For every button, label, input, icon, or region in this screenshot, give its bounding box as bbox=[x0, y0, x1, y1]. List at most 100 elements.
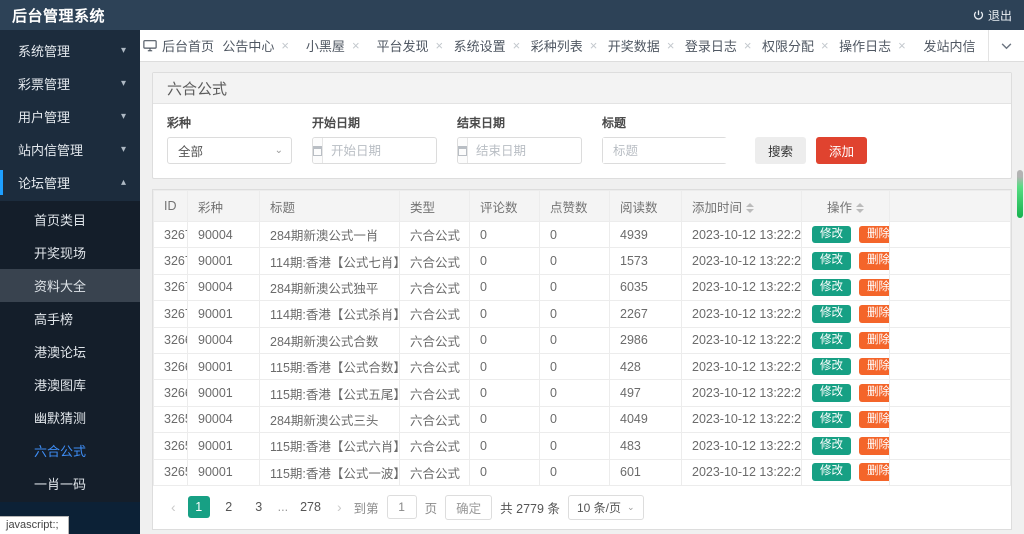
cell-lottery: 90004 bbox=[188, 222, 260, 248]
delete-button[interactable]: 删除 bbox=[859, 252, 890, 270]
sidebar-parent-label: 用户管理 bbox=[18, 107, 70, 126]
add-button[interactable]: 添加 bbox=[816, 137, 867, 164]
sidebar-parent-item[interactable]: 用户管理▾ bbox=[0, 100, 140, 133]
tab-item[interactable]: 平台发现 × bbox=[371, 30, 448, 61]
delete-button[interactable]: 删除 bbox=[859, 358, 890, 376]
page-button[interactable]: 1 bbox=[188, 496, 210, 518]
tab-close-icon[interactable]: × bbox=[436, 38, 444, 53]
start-date-input[interactable] bbox=[323, 138, 437, 163]
edit-button[interactable]: 修改 bbox=[812, 305, 851, 323]
tab-item[interactable]: 开奖数据× bbox=[603, 30, 680, 61]
end-date-input[interactable] bbox=[468, 138, 582, 163]
tab-item[interactable]: 公告中心× bbox=[217, 30, 294, 61]
cell-comments: 0 bbox=[470, 433, 540, 459]
column-header: 点赞数 bbox=[540, 191, 610, 222]
cell-comments: 0 bbox=[470, 327, 540, 353]
cell-time: 2023-10-12 13:22:21 bbox=[682, 222, 802, 248]
sidebar-item-9[interactable]: 一肖一码 bbox=[0, 467, 140, 500]
tab-close-icon[interactable]: × bbox=[513, 38, 521, 53]
delete-button[interactable]: 删除 bbox=[859, 437, 890, 455]
scrollbar-thumb[interactable] bbox=[1017, 170, 1023, 218]
sort-icon[interactable] bbox=[856, 203, 864, 213]
page-button[interactable]: 278 bbox=[296, 496, 325, 518]
page-size-select[interactable]: 10 条/页 ⌄ bbox=[568, 495, 644, 520]
logout-button[interactable]: 退出 bbox=[972, 7, 1012, 24]
tab-overflow-button[interactable] bbox=[988, 30, 1024, 61]
delete-button[interactable]: 删除 bbox=[859, 411, 890, 429]
tab-close-icon[interactable]: × bbox=[352, 38, 360, 53]
cell-type: 六合公式 bbox=[400, 353, 470, 379]
prev-page-button[interactable]: ‹ bbox=[167, 499, 180, 515]
monitor-icon bbox=[143, 39, 157, 52]
tab-item[interactable]: 发站内信 bbox=[911, 30, 988, 61]
cell-comments: 0 bbox=[470, 353, 540, 379]
sidebar-parent-item[interactable]: 站内信管理▾ bbox=[0, 133, 140, 166]
edit-button[interactable]: 修改 bbox=[812, 437, 851, 455]
goto-confirm-button[interactable]: 确定 bbox=[445, 495, 492, 520]
sidebar-item-1[interactable]: 首页类目 bbox=[0, 203, 140, 236]
cell-id: 32658 bbox=[154, 433, 188, 459]
cell-id: 32666 bbox=[154, 327, 188, 353]
delete-button[interactable]: 删除 bbox=[859, 226, 890, 244]
tab-item[interactable]: 彩种列表× bbox=[525, 30, 602, 61]
sidebar-item-4[interactable]: 高手榜 bbox=[0, 302, 140, 335]
next-page-button[interactable]: › bbox=[333, 499, 346, 515]
tab-label: 平台发现 bbox=[377, 36, 429, 55]
sidebar-item-5[interactable]: 港澳论坛 bbox=[0, 335, 140, 368]
sidebar-item-2[interactable]: 开奖现场 bbox=[0, 236, 140, 269]
cell-id: 32659 bbox=[154, 406, 188, 432]
search-button[interactable]: 搜索 bbox=[755, 137, 806, 164]
edit-button[interactable]: 修改 bbox=[812, 279, 851, 297]
tab-close-icon[interactable]: × bbox=[821, 38, 829, 53]
tab-close-icon[interactable]: × bbox=[590, 38, 598, 53]
tab-item[interactable]: 权限分配× bbox=[757, 30, 834, 61]
sidebar-parent-item[interactable]: 彩票管理▾ bbox=[0, 67, 140, 100]
chevron-up-icon: ▴ bbox=[121, 177, 126, 188]
tab-item[interactable]: 登录日志× bbox=[680, 30, 757, 61]
column-header[interactable]: 操作 bbox=[802, 191, 890, 222]
delete-button[interactable]: 删除 bbox=[859, 332, 890, 350]
tab-item[interactable]: 系统设置× bbox=[448, 30, 525, 61]
sidebar-item-8[interactable]: 六合公式 bbox=[0, 434, 140, 467]
edit-button[interactable]: 修改 bbox=[812, 411, 851, 429]
column-header[interactable]: 添加时间 bbox=[682, 191, 802, 222]
edit-button[interactable]: 修改 bbox=[812, 463, 851, 481]
edit-button[interactable]: 修改 bbox=[812, 252, 851, 270]
goto-page-input[interactable] bbox=[387, 495, 417, 519]
sidebar-item-7[interactable]: 幽默猜测 bbox=[0, 401, 140, 434]
tab-close-icon[interactable]: × bbox=[898, 38, 906, 53]
tab-item[interactable]: 操作日志× bbox=[834, 30, 911, 61]
tab-home-label: 后台首页 bbox=[162, 36, 214, 55]
sidebar-parent-item[interactable]: 论坛管理▴ bbox=[0, 166, 140, 199]
tab-item[interactable]: 小黑屋× bbox=[294, 30, 371, 61]
cell-comments: 0 bbox=[470, 301, 540, 327]
cell-empty bbox=[890, 459, 1011, 485]
lottery-select[interactable]: 全部 ⌄ bbox=[167, 137, 292, 164]
table-panel: ID彩种标题类型评论数点赞数阅读数添加时间操作 3267890004284期新澳… bbox=[152, 189, 1012, 530]
table-row: 3267790001114期:香港【公式七肖】六合公式0015732023-10… bbox=[154, 248, 1011, 274]
page-button[interactable]: 2 bbox=[218, 496, 240, 518]
page-button[interactable]: 3 bbox=[248, 496, 270, 518]
sort-icon[interactable] bbox=[746, 203, 754, 213]
sidebar-item-6[interactable]: 港澳图库 bbox=[0, 368, 140, 401]
tab-home[interactable]: 后台首页 bbox=[140, 30, 217, 61]
delete-button[interactable]: 删除 bbox=[859, 384, 890, 402]
tab-close-icon[interactable]: × bbox=[744, 38, 752, 53]
sidebar-parent-label: 彩票管理 bbox=[18, 74, 70, 93]
delete-button[interactable]: 删除 bbox=[859, 279, 890, 297]
edit-button[interactable]: 修改 bbox=[812, 384, 851, 402]
tab-close-icon[interactable]: × bbox=[667, 38, 675, 53]
cell-likes: 0 bbox=[540, 222, 610, 248]
sidebar-parent-item[interactable]: 系统管理▾ bbox=[0, 34, 140, 67]
delete-button[interactable]: 删除 bbox=[859, 463, 890, 481]
edit-button[interactable]: 修改 bbox=[812, 226, 851, 244]
filter-actions: 搜索 添加 bbox=[755, 137, 867, 164]
edit-button[interactable]: 修改 bbox=[812, 358, 851, 376]
column-header: 彩种 bbox=[188, 191, 260, 222]
tab-close-icon[interactable]: × bbox=[281, 38, 289, 53]
cell-id: 32665 bbox=[154, 353, 188, 379]
edit-button[interactable]: 修改 bbox=[812, 332, 851, 350]
chevron-down-icon: ⌄ bbox=[275, 145, 283, 156]
sidebar-item-3[interactable]: 资料大全 bbox=[0, 269, 140, 302]
delete-button[interactable]: 删除 bbox=[859, 305, 890, 323]
